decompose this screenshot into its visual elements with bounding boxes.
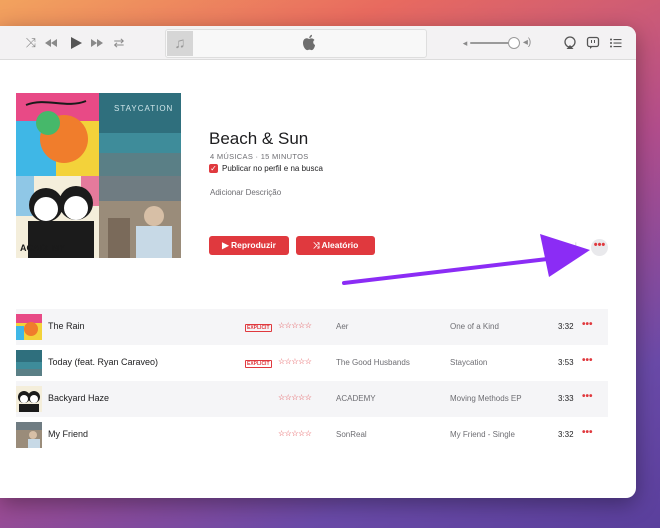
play-icon[interactable] xyxy=(68,35,84,51)
track-artwork xyxy=(16,386,42,412)
track-artwork xyxy=(16,350,42,376)
previous-icon[interactable] xyxy=(44,36,58,50)
track-artwork xyxy=(16,314,42,340)
track-list: The Rain EXPLICIT ☆☆☆☆☆ Aer One of a Kin… xyxy=(16,309,608,453)
track-artist[interactable]: SonReal xyxy=(336,430,367,439)
track-album[interactable]: Staycation xyxy=(450,358,487,367)
track-duration: 3:32 xyxy=(558,322,574,331)
table-row[interactable]: Today (feat. Ryan Caraveo) EXPLICIT ☆☆☆☆… xyxy=(16,345,608,381)
add-description-field[interactable]: Adicionar Descrição xyxy=(210,188,281,197)
track-duration: 3:53 xyxy=(558,358,574,367)
explicit-badge: EXPLICIT xyxy=(245,324,272,332)
track-more-button[interactable]: ••• xyxy=(582,355,593,366)
playlist-meta: 4 MÚSICAS · 15 MINUTOS xyxy=(210,152,309,161)
playlist-title: Beach & Sun xyxy=(209,129,309,148)
more-options-button[interactable]: ••• xyxy=(591,239,608,256)
track-title: Backyard Haze xyxy=(48,393,110,403)
track-title: Today (feat. Ryan Caraveo) xyxy=(48,357,159,367)
track-album[interactable]: My Friend - Single xyxy=(450,430,515,439)
volume-slider-knob[interactable] xyxy=(508,37,520,49)
lyrics-icon[interactable] xyxy=(586,36,600,50)
play-button[interactable]: ▶ Reproduzir xyxy=(209,236,289,255)
rating-stars[interactable]: ☆☆☆☆☆ xyxy=(278,357,312,366)
shuffle-icon[interactable]: ⤨ xyxy=(24,36,38,50)
track-album[interactable]: One of a Kind xyxy=(450,322,499,331)
playlist-artwork: STAYCATION ACADEMY xyxy=(16,93,181,258)
table-row[interactable]: Backyard Haze ☆☆☆☆☆ ACADEMY Moving Metho… xyxy=(16,381,608,417)
rating-stars[interactable]: ☆☆☆☆☆ xyxy=(278,393,312,402)
explicit-badge: EXPLICIT xyxy=(245,360,272,368)
shuffle-button[interactable]: ⤨ Aleatório xyxy=(296,236,375,255)
airplay-icon[interactable] xyxy=(563,36,577,50)
track-title: The Rain xyxy=(48,321,85,331)
playlist-view: STAYCATION ACADEMY Beach & Sun 4 MÚSICAS… xyxy=(0,60,636,498)
track-title: My Friend xyxy=(48,429,89,439)
track-more-button[interactable]: ••• xyxy=(582,319,593,330)
repeat-icon[interactable]: ⇄ xyxy=(112,36,126,50)
rating-stars[interactable]: ☆☆☆☆☆ xyxy=(278,321,312,330)
shuffle-icon: ⤨ xyxy=(312,240,320,250)
svg-text:ACADEMY: ACADEMY xyxy=(20,243,66,253)
music-app-window: ⤨ ⇄ ♫ ◂ ◂) STAYCATION ACADEMY Beach & Su… xyxy=(0,26,636,498)
publish-checkbox[interactable]: ✓ Publicar no perfil e na busca xyxy=(209,164,323,175)
playback-toolbar: ⤨ ⇄ ♫ ◂ ◂) xyxy=(0,26,636,60)
volume-high-icon: ◂) xyxy=(522,37,532,48)
queue-list-icon[interactable] xyxy=(609,36,623,50)
play-button-label: Reproduzir xyxy=(231,240,276,250)
download-icon[interactable]: ↓ xyxy=(569,238,583,252)
publish-label: Publicar no perfil e na busca xyxy=(222,164,323,173)
table-row[interactable]: The Rain EXPLICIT ☆☆☆☆☆ Aer One of a Kin… xyxy=(16,309,608,345)
track-album[interactable]: Moving Methods EP xyxy=(450,394,522,403)
next-icon[interactable] xyxy=(90,36,104,50)
table-row[interactable]: My Friend ☆☆☆☆☆ SonReal My Friend - Sing… xyxy=(16,417,608,453)
track-more-button[interactable]: ••• xyxy=(582,391,593,402)
track-artist[interactable]: The Good Husbands xyxy=(336,358,410,367)
track-duration: 3:33 xyxy=(558,394,574,403)
now-playing-display: ♫ xyxy=(165,29,427,58)
apple-logo xyxy=(303,34,315,51)
checkmark-icon[interactable]: ✓ xyxy=(209,164,218,174)
shuffle-button-label: Aleatório xyxy=(321,240,359,250)
play-icon: ▶ xyxy=(222,240,229,250)
track-duration: 3:32 xyxy=(558,430,574,439)
track-artist[interactable]: ACADEMY xyxy=(336,394,376,403)
music-note-icon: ♫ xyxy=(167,31,193,56)
rating-stars[interactable]: ☆☆☆☆☆ xyxy=(278,429,312,438)
track-more-button[interactable]: ••• xyxy=(582,427,593,438)
track-artwork xyxy=(16,422,42,448)
track-artist[interactable]: Aer xyxy=(336,322,348,331)
svg-text:STAYCATION: STAYCATION xyxy=(114,104,173,113)
